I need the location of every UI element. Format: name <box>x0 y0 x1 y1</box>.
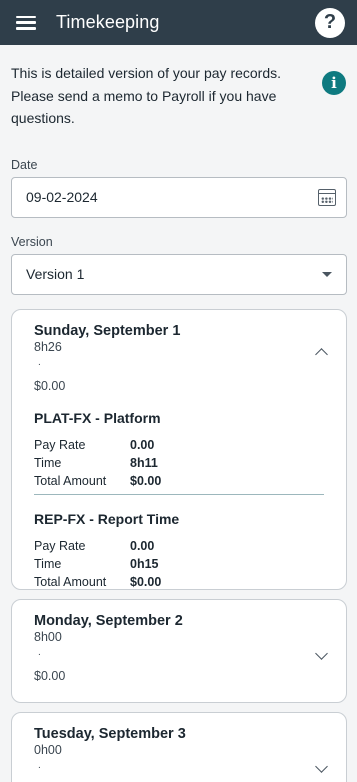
info-icon[interactable]: i <box>322 71 346 95</box>
caret-down-icon <box>322 271 332 277</box>
time-row: Time 0h15 <box>34 555 324 573</box>
day-separator: . <box>38 356 41 368</box>
day-hours: 8h00 <box>34 629 62 644</box>
total-amount-value: $0.00 <box>130 473 162 488</box>
version-label: Version <box>11 234 53 249</box>
time-label: Time <box>34 556 62 571</box>
pay-rate-label: Pay Rate <box>34 437 86 452</box>
time-value: 8h11 <box>130 455 158 470</box>
pay-rate-value: 0.00 <box>130 538 155 553</box>
time-row: Time 8h11 <box>34 454 324 472</box>
date-field[interactable]: 09-02-2024 <box>11 176 347 218</box>
intro-text: This is detailed version of your pay rec… <box>11 65 282 126</box>
total-amount-label: Total Amount <box>34 574 107 589</box>
time-label: Time <box>34 455 62 470</box>
menu-icon[interactable] <box>16 15 36 31</box>
entry-title: REP-FX - Report Time <box>34 510 180 527</box>
day-amount: $0.00 <box>34 378 66 393</box>
pay-rate-label: Pay Rate <box>34 538 86 553</box>
total-amount-label: Total Amount <box>34 473 107 488</box>
app-header: Timekeeping ? <box>0 0 357 45</box>
pay-rate-row: Pay Rate 0.00 <box>34 537 324 555</box>
pay-entry: REP-FX - Report Time Pay Rate 0.00 Time … <box>34 495 324 591</box>
day-hours: 0h00 <box>34 742 62 757</box>
day-cards: Sunday, September 1 8h26 . $0.00 PLAT-FX… <box>0 295 357 782</box>
total-amount-row: Total Amount $0.00 <box>34 472 324 490</box>
total-amount-row: Total Amount $0.00 <box>34 573 324 591</box>
date-label: Date <box>11 157 38 172</box>
day-amount: $0.00 <box>34 668 66 683</box>
day-card-tuesday[interactable]: Tuesday, September 3 0h00 . <box>11 711 347 782</box>
calendar-icon[interactable] <box>318 188 336 206</box>
pay-entry: PLAT-FX - Platform Pay Rate 0.00 Time 8h… <box>34 394 324 495</box>
day-separator: . <box>38 646 41 658</box>
version-select[interactable]: Version 1 <box>11 253 347 295</box>
day-title: Monday, September 2 <box>34 612 183 629</box>
day-card-sunday[interactable]: Sunday, September 1 8h26 . $0.00 PLAT-FX… <box>11 308 347 591</box>
date-value: 09-02-2024 <box>26 189 98 205</box>
version-value: Version 1 <box>26 266 85 282</box>
total-amount-value: $0.00 <box>130 574 162 589</box>
entry-title: PLAT-FX - Platform <box>34 409 161 426</box>
day-separator: . <box>38 759 41 771</box>
time-value: 0h15 <box>130 556 159 571</box>
pay-rate-value: 0.00 <box>130 437 155 452</box>
day-title: Sunday, September 1 <box>34 322 181 339</box>
pay-rate-row: Pay Rate 0.00 <box>34 436 324 454</box>
day-title: Tuesday, September 3 <box>34 725 186 742</box>
app-title: Timekeeping <box>56 12 160 32</box>
help-icon[interactable]: ? <box>315 7 345 38</box>
day-hours: 8h26 <box>34 339 62 354</box>
intro-message: This is detailed version of your pay rec… <box>0 45 357 130</box>
day-card-monday[interactable]: Monday, September 2 8h00 . $0.00 <box>11 598 347 703</box>
